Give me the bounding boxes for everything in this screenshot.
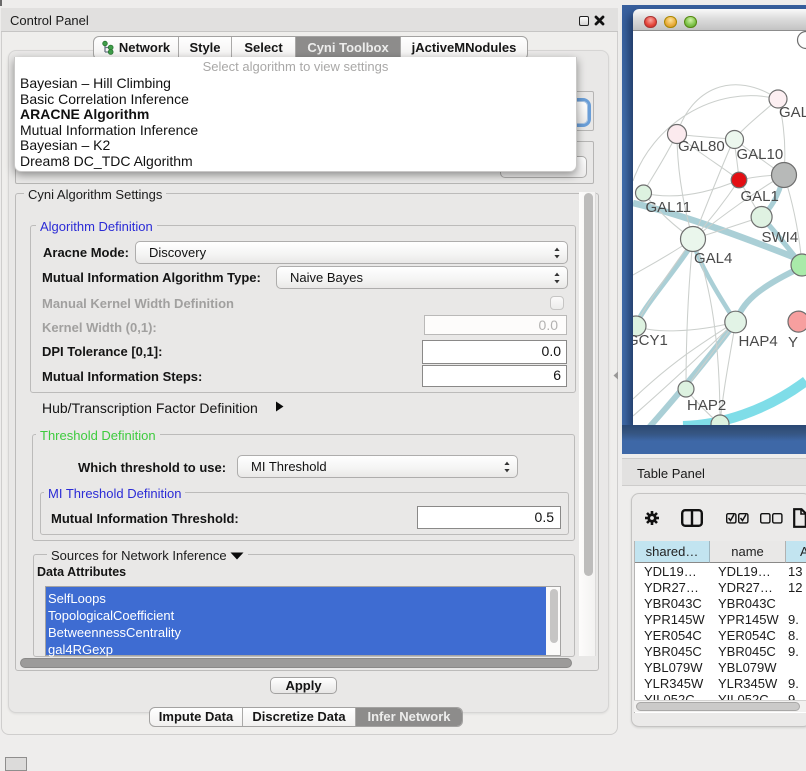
svg-text:Y: Y [788,334,798,351]
svg-text:GAL2: GAL2 [779,104,806,121]
svg-text:HAP2: HAP2 [687,397,726,414]
svg-text:GAL80: GAL80 [678,138,725,155]
svg-text:SWI4: SWI4 [762,229,799,246]
svg-text:GAL11: GAL11 [646,199,692,216]
svg-text:GAL10: GAL10 [737,146,784,163]
svg-text:GCY1: GCY1 [633,332,668,349]
svg-text:HAP4: HAP4 [739,333,778,350]
svg-text:GAL4: GAL4 [694,250,732,267]
svg-text:GAL1: GAL1 [741,188,779,205]
